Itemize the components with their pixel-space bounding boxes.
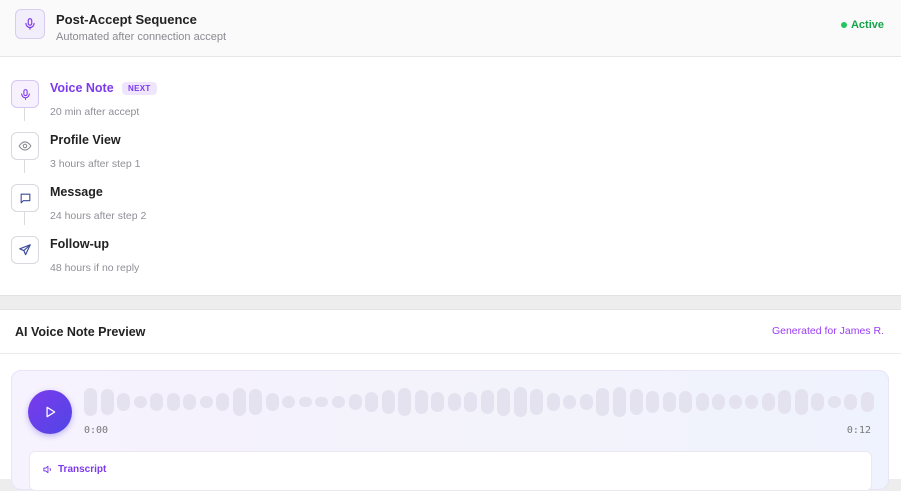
step-timing: 20 min after accept — [50, 106, 140, 118]
step-message[interactable]: Message 24 hours after step 2 — [0, 184, 400, 234]
waveform-bar — [100, 389, 114, 415]
waveform-bar — [679, 391, 693, 413]
waveform-bar — [662, 392, 676, 412]
play-button[interactable] — [28, 390, 72, 434]
sequence-title: Post-Accept Sequence — [56, 12, 197, 27]
waveform-bar — [480, 390, 494, 414]
step-title: Profile View — [50, 133, 121, 147]
waveform-bar — [579, 394, 593, 410]
step-voice-note[interactable]: Voice Note NEXT 20 min after accept — [0, 80, 400, 130]
message-icon — [11, 184, 39, 212]
waveform-bar — [133, 396, 147, 408]
step-connector — [24, 108, 25, 121]
waveform-bar — [563, 395, 577, 409]
waveform-bar — [249, 389, 263, 415]
step-title: Follow-up — [50, 237, 110, 251]
step-connector — [24, 160, 25, 173]
waveform-bar — [348, 394, 362, 410]
step-timing: 24 hours after step 2 — [50, 210, 147, 222]
waveform-bar — [447, 393, 461, 411]
waveform-bar — [282, 396, 296, 408]
divider — [0, 353, 901, 354]
sequence-subtitle: Automated after connection accept — [56, 31, 226, 43]
send-icon — [11, 236, 39, 264]
status-badge: Active — [840, 19, 884, 31]
waveform-bar — [232, 388, 246, 416]
sequence-header: Post-Accept Sequence Automated after con… — [0, 0, 901, 57]
waveform-bar — [745, 395, 759, 409]
waveform-bar — [464, 392, 478, 412]
waveform-bar — [216, 393, 230, 411]
waveform-bar — [513, 387, 527, 417]
waveform-bar — [530, 389, 544, 415]
waveform-bar — [844, 394, 858, 410]
time-total: 0:12 — [846, 425, 871, 436]
transcript-label: Transcript — [58, 464, 107, 475]
microphone-icon — [11, 80, 39, 108]
waveform-bar — [84, 388, 97, 416]
waveform-bar — [183, 394, 197, 410]
voice-preview-card: AI Voice Note Preview Generated for Jame… — [0, 309, 901, 491]
waveform[interactable] — [84, 387, 874, 417]
waveform-bar — [315, 397, 329, 407]
waveform-bar — [298, 397, 312, 407]
eye-icon — [11, 132, 39, 160]
generated-for-label: Generated for James R. — [771, 325, 884, 337]
waveform-bar — [365, 392, 379, 412]
step-timing: 48 hours if no reply — [50, 262, 140, 274]
transcript-header[interactable]: Transcript — [42, 464, 106, 475]
waveform-bar — [646, 391, 660, 413]
sequence-card: Post-Accept Sequence Automated after con… — [0, 0, 901, 296]
time-current: 0:00 — [84, 425, 109, 436]
waveform-bar — [728, 395, 742, 409]
step-title: Voice Note — [50, 81, 114, 95]
step-profile-view[interactable]: Profile View 3 hours after step 1 — [0, 132, 400, 182]
waveform-bar — [811, 393, 825, 411]
step-title: Message — [50, 185, 103, 199]
waveform-bar — [398, 388, 412, 416]
step-connector — [24, 212, 25, 225]
waveform-bar — [199, 396, 213, 408]
audio-player: 0:00 0:12 Transcript — [11, 370, 889, 491]
waveform-bar — [150, 393, 164, 411]
transcript-panel: Transcript — [29, 451, 872, 491]
step-timing: 3 hours after step 1 — [50, 158, 141, 170]
microphone-icon — [15, 9, 45, 39]
waveform-bar — [596, 388, 610, 416]
speaker-icon — [43, 465, 51, 474]
waveform-bar — [381, 390, 395, 414]
preview-title: AI Voice Note Preview — [15, 325, 146, 339]
waveform-bar — [860, 392, 874, 412]
waveform-bar — [265, 393, 279, 411]
waveform-bar — [712, 394, 726, 410]
waveform-bar — [497, 388, 511, 416]
waveform-bar — [166, 393, 180, 411]
waveform-bar — [794, 389, 808, 415]
waveform-bar — [414, 390, 428, 414]
waveform-bar — [695, 393, 709, 411]
status-dot — [840, 22, 847, 28]
waveform-bar — [778, 390, 792, 414]
waveform-bar — [827, 396, 841, 408]
play-icon — [46, 406, 56, 418]
waveform-bar — [431, 392, 445, 412]
waveform-bar — [546, 393, 560, 411]
waveform-bar — [761, 393, 775, 411]
step-follow-up[interactable]: Follow-up 48 hours if no reply — [0, 236, 400, 286]
waveform-bar — [117, 393, 131, 411]
status-label: Active — [850, 19, 884, 31]
waveform-bar — [629, 389, 643, 415]
waveform-bar — [331, 396, 345, 408]
next-badge: NEXT — [122, 82, 157, 95]
waveform-bar — [613, 387, 626, 417]
